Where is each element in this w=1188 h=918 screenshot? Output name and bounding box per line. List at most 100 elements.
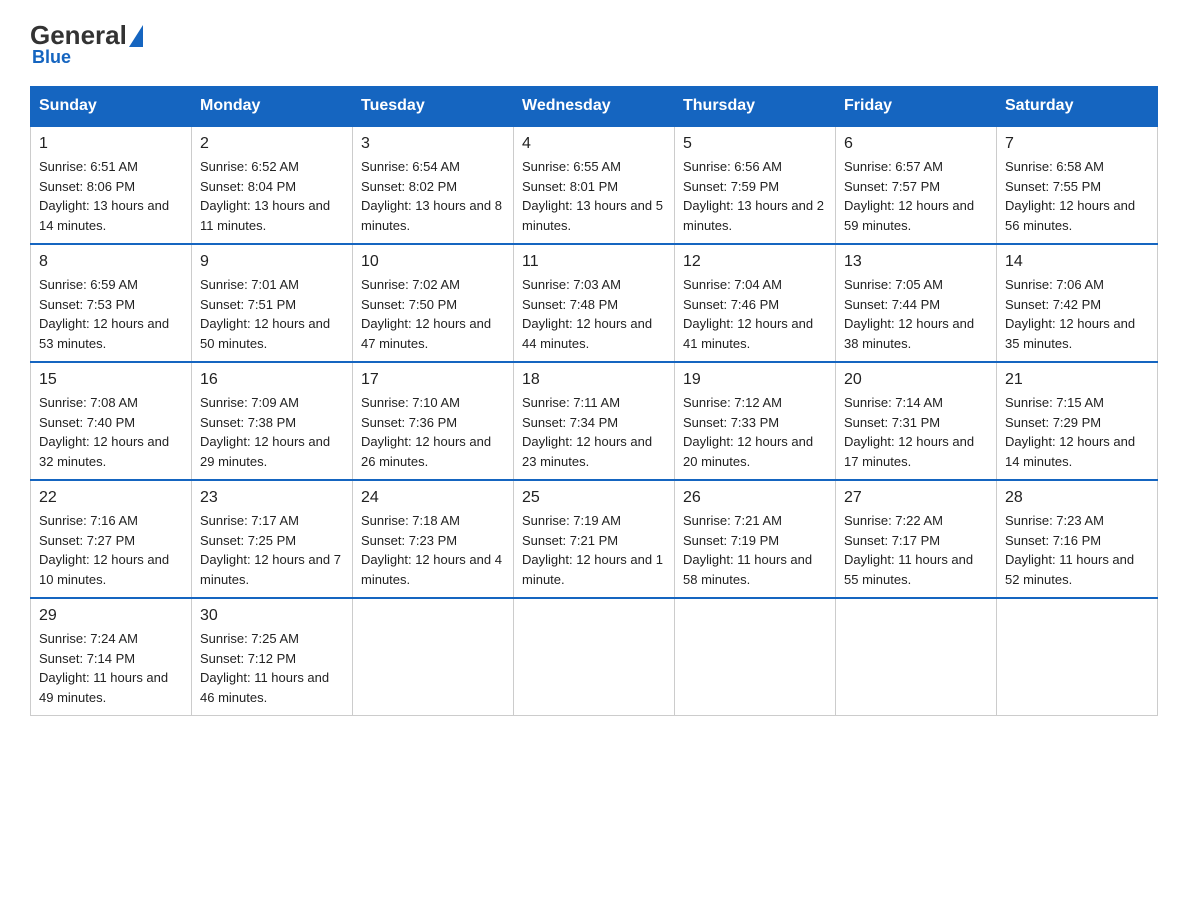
day-cell: 16 Sunrise: 7:09 AMSunset: 7:38 PMDayligh… xyxy=(192,362,353,480)
day-number: 2 xyxy=(200,135,344,153)
day-number: 15 xyxy=(39,371,183,389)
day-number: 21 xyxy=(1005,371,1149,389)
day-info: Sunrise: 6:54 AMSunset: 8:02 PMDaylight:… xyxy=(361,157,505,235)
day-cell: 24Sunrise: 7:18 AMSunset: 7:23 PMDayligh… xyxy=(353,480,514,598)
logo-flag-icon xyxy=(129,25,143,47)
day-info: Sunrise: 6:51 AMSunset: 8:06 PMDaylight:… xyxy=(39,157,183,235)
day-info: Sunrise: 7:14 AMSunset: 7:31 PMDaylight:… xyxy=(844,393,988,471)
day-cell: 23 Sunrise: 7:17 AMSunset: 7:25 PMDayligh… xyxy=(192,480,353,598)
day-cell: 11Sunrise: 7:03 AMSunset: 7:48 PMDayligh… xyxy=(514,244,675,362)
day-number: 30 xyxy=(200,607,344,625)
day-cell: 2 Sunrise: 6:52 AMSunset: 8:04 PMDaylight… xyxy=(192,126,353,244)
logo: General Blue xyxy=(30,20,141,68)
week-row-5: 29 Sunrise: 7:24 AMSunset: 7:14 PMDayligh… xyxy=(31,598,1158,716)
day-cell xyxy=(675,598,836,716)
page-header: General Blue xyxy=(30,20,1158,68)
day-cell xyxy=(514,598,675,716)
day-number: 27 xyxy=(844,489,988,507)
day-info: Sunrise: 7:22 AMSunset: 7:17 PMDaylight:… xyxy=(844,511,988,589)
day-cell xyxy=(836,598,997,716)
day-number: 7 xyxy=(1005,135,1149,153)
day-info: Sunrise: 7:05 AMSunset: 7:44 PMDaylight:… xyxy=(844,275,988,353)
week-row-2: 8 Sunrise: 6:59 AMSunset: 7:53 PMDaylight… xyxy=(31,244,1158,362)
day-info: Sunrise: 7:11 AMSunset: 7:34 PMDaylight:… xyxy=(522,393,666,471)
day-info: Sunrise: 6:59 AMSunset: 7:53 PMDaylight:… xyxy=(39,275,183,353)
day-number: 18 xyxy=(522,371,666,389)
day-info: Sunrise: 7:09 AMSunset: 7:38 PMDaylight:… xyxy=(200,393,344,471)
day-cell: 8 Sunrise: 6:59 AMSunset: 7:53 PMDaylight… xyxy=(31,244,192,362)
day-cell: 13 Sunrise: 7:05 AMSunset: 7:44 PMDayligh… xyxy=(836,244,997,362)
day-info: Sunrise: 7:02 AMSunset: 7:50 PMDaylight:… xyxy=(361,275,505,353)
header-thursday: Thursday xyxy=(675,87,836,127)
day-cell: 18 Sunrise: 7:11 AMSunset: 7:34 PMDayligh… xyxy=(514,362,675,480)
day-cell: 25 Sunrise: 7:19 AMSunset: 7:21 PMDayligh… xyxy=(514,480,675,598)
day-info: Sunrise: 7:12 AMSunset: 7:33 PMDaylight:… xyxy=(683,393,827,471)
day-info: Sunrise: 7:21 AMSunset: 7:19 PMDaylight:… xyxy=(683,511,827,589)
day-number: 5 xyxy=(683,135,827,153)
header-wednesday: Wednesday xyxy=(514,87,675,127)
day-info: Sunrise: 7:08 AMSunset: 7:40 PMDaylight:… xyxy=(39,393,183,471)
day-cell xyxy=(997,598,1158,716)
day-info: Sunrise: 7:03 AMSunset: 7:48 PMDaylight:… xyxy=(522,275,666,353)
day-info: Sunrise: 7:10 AMSunset: 7:36 PMDaylight:… xyxy=(361,393,505,471)
day-cell: 22Sunrise: 7:16 AMSunset: 7:27 PMDayligh… xyxy=(31,480,192,598)
day-cell: 3 Sunrise: 6:54 AMSunset: 8:02 PMDaylight… xyxy=(353,126,514,244)
day-info: Sunrise: 6:57 AMSunset: 7:57 PMDaylight:… xyxy=(844,157,988,235)
week-row-1: 1 Sunrise: 6:51 AMSunset: 8:06 PMDaylight… xyxy=(31,126,1158,244)
day-cell: 12Sunrise: 7:04 AMSunset: 7:46 PMDayligh… xyxy=(675,244,836,362)
calendar-header-row: SundayMondayTuesdayWednesdayThursdayFrid… xyxy=(31,87,1158,127)
day-number: 25 xyxy=(522,489,666,507)
logo-blue-word: Blue xyxy=(30,47,71,68)
day-cell xyxy=(353,598,514,716)
day-cell: 4Sunrise: 6:55 AMSunset: 8:01 PMDaylight… xyxy=(514,126,675,244)
day-info: Sunrise: 7:01 AMSunset: 7:51 PMDaylight:… xyxy=(200,275,344,353)
day-cell: 28Sunrise: 7:23 AMSunset: 7:16 PMDayligh… xyxy=(997,480,1158,598)
day-cell: 30Sunrise: 7:25 AMSunset: 7:12 PMDayligh… xyxy=(192,598,353,716)
header-monday: Monday xyxy=(192,87,353,127)
day-cell: 27 Sunrise: 7:22 AMSunset: 7:17 PMDayligh… xyxy=(836,480,997,598)
day-info: Sunrise: 7:15 AMSunset: 7:29 PMDaylight:… xyxy=(1005,393,1149,471)
header-sunday: Sunday xyxy=(31,87,192,127)
day-number: 29 xyxy=(39,607,183,625)
day-cell: 21 Sunrise: 7:15 AMSunset: 7:29 PMDayligh… xyxy=(997,362,1158,480)
day-cell: 19 Sunrise: 7:12 AMSunset: 7:33 PMDayligh… xyxy=(675,362,836,480)
day-number: 3 xyxy=(361,135,505,153)
day-info: Sunrise: 7:17 AMSunset: 7:25 PMDaylight:… xyxy=(200,511,344,589)
day-number: 1 xyxy=(39,135,183,153)
day-info: Sunrise: 6:52 AMSunset: 8:04 PMDaylight:… xyxy=(200,157,344,235)
day-info: Sunrise: 7:16 AMSunset: 7:27 PMDaylight:… xyxy=(39,511,183,589)
day-cell: 5 Sunrise: 6:56 AMSunset: 7:59 PMDaylight… xyxy=(675,126,836,244)
day-cell: 20 Sunrise: 7:14 AMSunset: 7:31 PMDayligh… xyxy=(836,362,997,480)
day-number: 16 xyxy=(200,371,344,389)
day-number: 4 xyxy=(522,135,666,153)
day-info: Sunrise: 6:58 AMSunset: 7:55 PMDaylight:… xyxy=(1005,157,1149,235)
week-row-4: 22Sunrise: 7:16 AMSunset: 7:27 PMDayligh… xyxy=(31,480,1158,598)
day-cell: 7 Sunrise: 6:58 AMSunset: 7:55 PMDaylight… xyxy=(997,126,1158,244)
week-row-3: 15 Sunrise: 7:08 AMSunset: 7:40 PMDayligh… xyxy=(31,362,1158,480)
day-info: Sunrise: 7:06 AMSunset: 7:42 PMDaylight:… xyxy=(1005,275,1149,353)
day-number: 28 xyxy=(1005,489,1149,507)
day-number: 6 xyxy=(844,135,988,153)
day-cell: 6 Sunrise: 6:57 AMSunset: 7:57 PMDaylight… xyxy=(836,126,997,244)
header-friday: Friday xyxy=(836,87,997,127)
day-number: 19 xyxy=(683,371,827,389)
day-number: 17 xyxy=(361,371,505,389)
day-number: 9 xyxy=(200,253,344,271)
day-number: 14 xyxy=(1005,253,1149,271)
day-number: 10 xyxy=(361,253,505,271)
day-info: Sunrise: 6:56 AMSunset: 7:59 PMDaylight:… xyxy=(683,157,827,235)
day-cell: 14 Sunrise: 7:06 AMSunset: 7:42 PMDayligh… xyxy=(997,244,1158,362)
day-number: 26 xyxy=(683,489,827,507)
day-number: 13 xyxy=(844,253,988,271)
day-cell: 10 Sunrise: 7:02 AMSunset: 7:50 PMDayligh… xyxy=(353,244,514,362)
day-cell: 1 Sunrise: 6:51 AMSunset: 8:06 PMDaylight… xyxy=(31,126,192,244)
day-cell: 9 Sunrise: 7:01 AMSunset: 7:51 PMDaylight… xyxy=(192,244,353,362)
day-number: 20 xyxy=(844,371,988,389)
day-number: 8 xyxy=(39,253,183,271)
day-cell: 15 Sunrise: 7:08 AMSunset: 7:40 PMDayligh… xyxy=(31,362,192,480)
header-tuesday: Tuesday xyxy=(353,87,514,127)
calendar-table: SundayMondayTuesdayWednesdayThursdayFrid… xyxy=(30,86,1158,716)
day-info: Sunrise: 7:19 AMSunset: 7:21 PMDaylight:… xyxy=(522,511,666,589)
day-info: Sunrise: 7:24 AMSunset: 7:14 PMDaylight:… xyxy=(39,629,183,707)
day-number: 23 xyxy=(200,489,344,507)
